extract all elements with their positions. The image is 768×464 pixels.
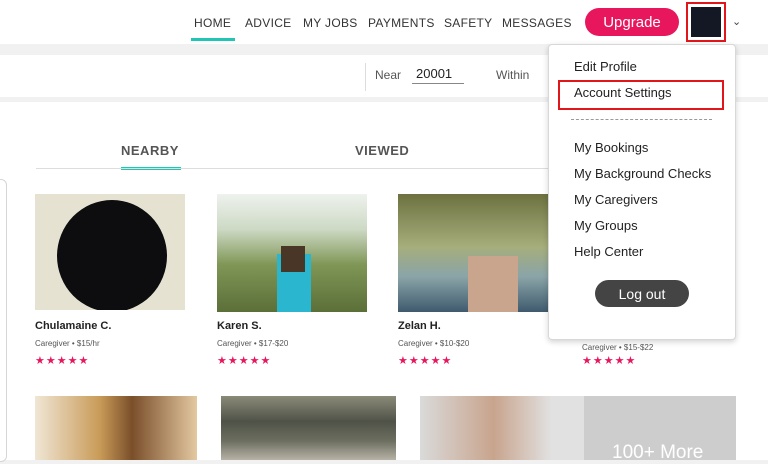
tab-nearby[interactable]: NEARBY — [121, 143, 179, 158]
more-caregivers-tile[interactable]: 100+ More — [584, 396, 736, 463]
rating-stars: ★★★★★ — [35, 355, 90, 367]
near-zip-input[interactable]: 20001 — [412, 66, 464, 84]
menu-item-my-bookings[interactable]: My Bookings — [574, 140, 648, 155]
caregiver-photo[interactable] — [221, 396, 396, 460]
caregiver-photo[interactable] — [420, 396, 584, 460]
caregiver-meta: Caregiver • $15-$22 — [582, 343, 654, 352]
photo-subject-head — [281, 246, 305, 272]
avatar — [691, 7, 721, 37]
menu-item-edit-profile[interactable]: Edit Profile — [574, 59, 637, 74]
tab-viewed[interactable]: VIEWED — [355, 143, 409, 158]
menu-item-my-caregivers[interactable]: My Caregivers — [574, 192, 658, 207]
nav-advice[interactable]: ADVICE — [245, 16, 291, 30]
rating-stars: ★★★★★ — [398, 355, 453, 367]
near-label: Near — [375, 68, 402, 82]
photo-subject — [468, 256, 518, 312]
caregiver-photo[interactable] — [217, 194, 367, 312]
caregiver-photo[interactable] — [35, 396, 197, 460]
nav-payments[interactable]: PAYMENTS — [368, 16, 435, 30]
nav-my-jobs[interactable]: MY JOBS — [303, 16, 358, 30]
nav-messages[interactable]: MESSAGES — [502, 16, 572, 30]
menu-item-account-settings[interactable]: Account Settings — [574, 85, 672, 100]
menu-item-my-background-checks[interactable]: My Background Checks — [574, 166, 711, 181]
caregiver-name[interactable]: Zelan H. — [398, 320, 441, 332]
account-dropdown-menu: Edit Profile Account Settings My Booking… — [548, 44, 736, 340]
chevron-down-icon[interactable]: ⌄ — [732, 15, 741, 28]
rating-stars: ★★★★★ — [582, 355, 637, 367]
profile-avatar-button[interactable] — [686, 2, 726, 42]
caregiver-photo[interactable] — [35, 194, 185, 310]
photo-subject — [57, 200, 167, 310]
side-panel-edge — [0, 179, 7, 462]
menu-item-help-center[interactable]: Help Center — [574, 244, 643, 259]
caregiver-name[interactable]: Karen S. — [217, 320, 262, 332]
upgrade-button[interactable]: Upgrade — [585, 8, 679, 36]
menu-item-my-groups[interactable]: My Groups — [574, 218, 638, 233]
caregiver-meta: Caregiver • $17-$20 — [217, 339, 289, 348]
caregiver-name[interactable]: Chulamaine C. — [35, 320, 111, 332]
active-nav-indicator — [191, 38, 235, 41]
caregiver-meta: Caregiver • $15/hr — [35, 339, 100, 348]
nav-home[interactable]: HOME — [194, 16, 231, 30]
menu-divider — [571, 119, 712, 120]
caregiver-meta: Caregiver • $10-$20 — [398, 339, 470, 348]
more-caregivers-label: 100+ More — [612, 442, 704, 463]
divider — [365, 63, 366, 91]
logout-button[interactable]: Log out — [595, 280, 689, 307]
caregiver-photo[interactable] — [398, 194, 548, 312]
within-label: Within — [496, 68, 530, 82]
rating-stars: ★★★★★ — [217, 355, 272, 367]
tabs-divider — [36, 168, 548, 169]
top-navigation-bar: HOME ADVICE MY JOBS PAYMENTS SAFETY MESS… — [0, 0, 768, 44]
nav-safety[interactable]: SAFETY — [444, 16, 492, 30]
